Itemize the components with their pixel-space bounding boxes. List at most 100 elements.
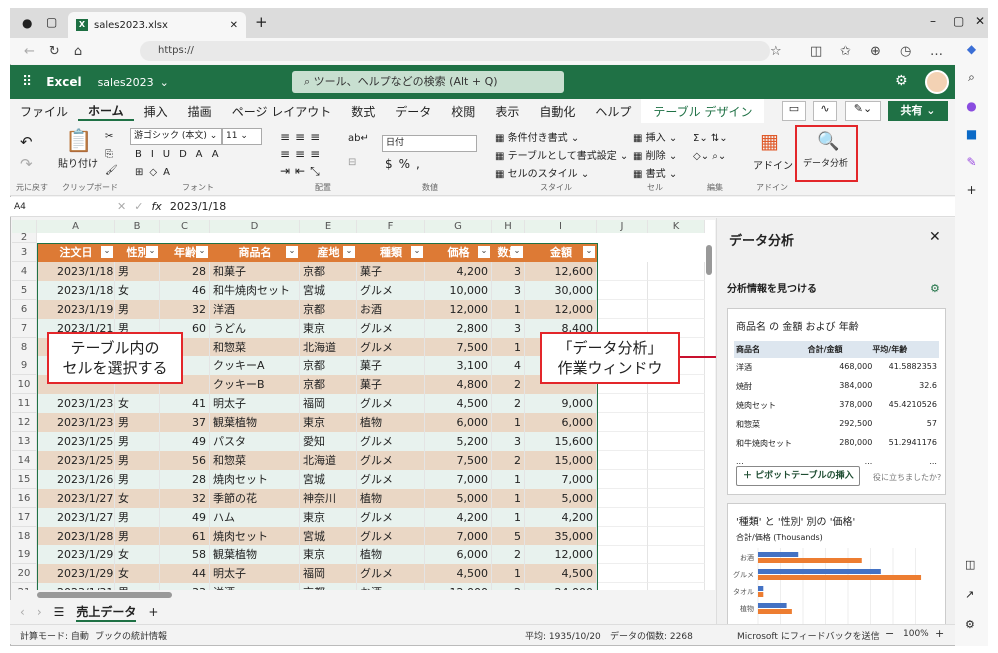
zoom-in-button[interactable]: + xyxy=(935,627,944,640)
all-sheets-icon[interactable]: ☰ xyxy=(54,605,65,619)
table-header-cell[interactable]: 種類 ⌄ xyxy=(357,243,425,262)
table-cell[interactable]: グルメ xyxy=(357,564,425,584)
table-cell[interactable]: 12,000 xyxy=(425,299,492,319)
table-cell[interactable]: 洋酒 xyxy=(210,299,300,319)
row-header[interactable]: 16 xyxy=(12,488,37,508)
table-cell[interactable]: 4,800 xyxy=(425,375,492,395)
copy-icon[interactable]: ⎘ xyxy=(105,149,113,160)
table-cell[interactable]: 28 xyxy=(160,469,210,489)
table-cell[interactable]: 男 xyxy=(115,432,160,451)
name-box[interactable]: A4 xyxy=(10,199,105,215)
table-cell[interactable]: 3,100 xyxy=(425,356,492,376)
row-header[interactable]: 10 xyxy=(12,375,37,395)
table-cell[interactable]: 1 xyxy=(492,564,525,584)
row-header[interactable]: 15 xyxy=(12,469,37,489)
table-cell[interactable]: 男 xyxy=(115,507,160,527)
filter-dropdown-icon[interactable]: ⌄ xyxy=(411,246,423,258)
settings-icon[interactable]: ⚙ xyxy=(965,618,975,631)
table-cell[interactable]: 7,000 xyxy=(425,469,492,489)
table-cell[interactable]: 2 xyxy=(492,583,525,590)
table-cell[interactable]: 女 xyxy=(115,488,160,508)
font-name-select[interactable]: 游ゴシック (本文) ⌄ xyxy=(130,128,222,145)
filter-dropdown-icon[interactable]: ⌄ xyxy=(343,246,355,258)
add-sheet-icon[interactable]: + xyxy=(148,605,158,619)
table-cell[interactable]: グルメ xyxy=(357,507,425,527)
empty-cell[interactable] xyxy=(597,564,648,584)
collections-icon[interactable]: ⊕ xyxy=(870,44,881,59)
feedback-link[interactable]: Microsoft にフィードバックを送信 xyxy=(737,629,880,642)
history-icon[interactable]: ◷ xyxy=(900,44,911,59)
table-cell[interactable]: 男 xyxy=(115,413,160,433)
table-cell[interactable]: 30,000 xyxy=(525,280,597,300)
undo-icon[interactable]: ↶ xyxy=(20,133,33,151)
table-cell[interactable]: 福岡 xyxy=(300,564,357,584)
table-cell[interactable]: 1 xyxy=(492,507,525,527)
vertical-scrollbar-thumb[interactable] xyxy=(706,245,712,275)
table-cell[interactable]: グルメ xyxy=(357,280,425,300)
table-cell[interactable]: 季節の花 xyxy=(210,488,300,508)
filter-dropdown-icon[interactable]: ⌄ xyxy=(478,246,490,258)
table-cell[interactable]: 4,200 xyxy=(425,507,492,527)
share-button[interactable]: 共有 ⌄ xyxy=(888,101,948,121)
table-cell[interactable]: 35,000 xyxy=(525,526,597,546)
profile-icon[interactable]: ● xyxy=(22,16,32,30)
addins-button[interactable]: アドイン xyxy=(753,157,793,172)
row-header[interactable]: 5 xyxy=(12,280,37,300)
tab-3[interactable]: 描画 xyxy=(178,103,222,120)
table-cell[interactable]: 京都 xyxy=(300,261,357,281)
table-header-cell[interactable]: 価格 ⌄ xyxy=(425,243,492,262)
table-cell[interactable]: 北海道 xyxy=(300,450,357,470)
table-cell[interactable]: 7,500 xyxy=(425,337,492,357)
filter-dropdown-icon[interactable]: ⌄ xyxy=(511,246,523,258)
table-cell[interactable]: 菓子 xyxy=(357,261,425,281)
tab-8[interactable]: 表示 xyxy=(485,103,529,120)
table-cell[interactable]: グルメ xyxy=(357,432,425,451)
table-cell[interactable]: 46 xyxy=(160,280,210,300)
table-cell[interactable]: 3 xyxy=(492,318,525,338)
row-header[interactable]: 13 xyxy=(12,432,37,451)
column-header[interactable]: C xyxy=(160,220,210,233)
row-header[interactable]: 17 xyxy=(12,507,37,527)
row-header[interactable]: 19 xyxy=(12,545,37,565)
table-cell[interactable]: 6,000 xyxy=(525,413,597,433)
addins-icon[interactable]: ▦ xyxy=(760,129,779,153)
table-cell[interactable]: 女 xyxy=(115,280,160,300)
table-cell[interactable]: 京都 xyxy=(300,299,357,319)
table-cell[interactable]: お酒 xyxy=(357,299,425,319)
empty-cell[interactable] xyxy=(597,583,648,590)
table-cell[interactable]: 福岡 xyxy=(300,394,357,414)
feedback-link[interactable]: 役に立ちましたか? xyxy=(873,472,941,483)
favorite-icon[interactable]: ☆ xyxy=(770,44,782,59)
empty-cell[interactable] xyxy=(597,450,648,470)
empty-cell[interactable] xyxy=(648,261,705,281)
table-cell[interactable]: うどん xyxy=(210,318,300,338)
table-cell[interactable]: 和惣菜 xyxy=(210,450,300,470)
table-cell[interactable]: 12,000 xyxy=(525,299,597,319)
table-cell[interactable]: 植物 xyxy=(357,488,425,508)
table-cell[interactable]: 男 xyxy=(115,526,160,546)
empty-cell[interactable] xyxy=(648,583,705,590)
table-cell[interactable]: グルメ xyxy=(357,337,425,357)
redo-icon[interactable]: ↷ xyxy=(20,155,33,173)
table-cell[interactable]: 観葉植物 xyxy=(210,413,300,433)
table-cell[interactable]: 4 xyxy=(492,356,525,376)
table-cell[interactable]: クッキーA xyxy=(210,356,300,376)
column-header[interactable]: J xyxy=(597,220,648,233)
empty-cell[interactable] xyxy=(648,413,705,433)
tab-4[interactable]: ページ レイアウト xyxy=(222,103,342,120)
table-cell[interactable]: 28 xyxy=(160,261,210,281)
table-cell[interactable]: 4,500 xyxy=(425,394,492,414)
table-header-cell[interactable]: 年齢 ⌄ xyxy=(160,243,210,262)
row-header[interactable]: 14 xyxy=(12,450,37,470)
next-sheet-icon[interactable]: › xyxy=(37,605,42,619)
table-cell[interactable]: 2 xyxy=(492,450,525,470)
table-cell[interactable]: グルメ xyxy=(357,450,425,470)
table-cell[interactable]: 1 xyxy=(492,488,525,508)
spreadsheet-grid[interactable]: A B C D E F G H I J K 2 3 注文日 ⌄ 性別 ⌄ 年齢 ⌄ 商品名 ⌄ 産地 ⌄ 種類 ⌄ 価格 ⌄ 数量 ⌄ 金… xyxy=(12,220,715,590)
table-cell[interactable]: 12,000 xyxy=(425,583,492,590)
row-header[interactable]: 12 xyxy=(12,413,37,433)
tab-9[interactable]: 自動化 xyxy=(529,103,585,120)
filter-dropdown-icon[interactable]: ⌄ xyxy=(286,246,298,258)
tab-1[interactable]: ホーム xyxy=(78,102,134,121)
table-cell[interactable]: グルメ xyxy=(357,394,425,414)
